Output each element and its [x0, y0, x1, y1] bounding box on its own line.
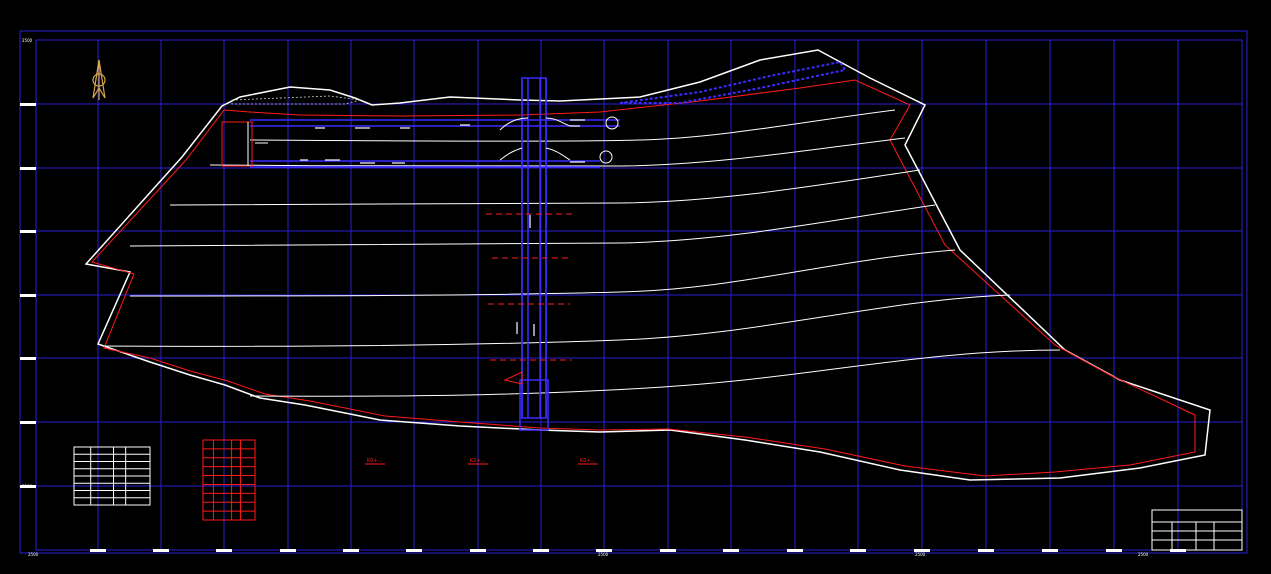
frame-tick: [20, 357, 36, 360]
contour-lines: [103, 109, 1061, 397]
coordinate-grid: [35, 39, 1243, 551]
north-arrow-icon: [92, 59, 106, 100]
frame-tick: [343, 549, 359, 552]
legend-table: [73, 446, 151, 506]
section-lines: [486, 213, 575, 361]
station-label-group: K0+... K0+... K0+...: [365, 458, 598, 465]
axis-label-left: 2500: [22, 484, 33, 489]
title-block: [1151, 509, 1243, 551]
axis-label-bottom: 2500: [1138, 552, 1149, 557]
axis-label-top: 2500: [22, 38, 33, 43]
frame-tick: [20, 167, 36, 170]
axis-label-bottom: 2500: [598, 552, 609, 557]
station-label: K0+...: [580, 458, 596, 464]
frame-tick: [406, 549, 422, 552]
frame-tick: [978, 549, 994, 552]
frame-tick: [470, 549, 486, 552]
frame-tick: [216, 549, 232, 552]
frame-tick: [850, 549, 866, 552]
frame-tick: [153, 549, 169, 552]
marker-circle-1: [605, 116, 619, 130]
marker-circle-2: [599, 150, 613, 164]
frame-ticks: [20, 103, 1186, 552]
site-boundary: [84, 49, 1211, 481]
frame-tick: [533, 549, 549, 552]
station-label: K0+...: [470, 458, 486, 464]
axis-label-bottom: 2500: [28, 552, 39, 557]
frame-tick: [1106, 549, 1122, 552]
red-line-boundary: [91, 79, 1196, 477]
frame-tick: [90, 549, 106, 552]
frame-tick: [20, 421, 36, 424]
axis-label-bottom: 2500: [915, 552, 926, 557]
frame-tick: [723, 549, 739, 552]
cad-drawing: K0+... K0+... K0+... 2500 2500 2500 2500…: [19, 30, 1248, 557]
frame-tick: [787, 549, 803, 552]
frame-tick: [280, 549, 296, 552]
frame-tick: [20, 294, 36, 297]
frame-tick: [20, 230, 36, 233]
frame-tick: [1042, 549, 1058, 552]
hatch-strip: [231, 95, 361, 105]
frame-tick: [660, 549, 676, 552]
road-vertical: [521, 77, 547, 419]
frame-tick: [20, 103, 36, 106]
junction-lower: [499, 147, 571, 161]
station-label: K0+...: [367, 458, 383, 464]
red-table: [202, 439, 256, 521]
